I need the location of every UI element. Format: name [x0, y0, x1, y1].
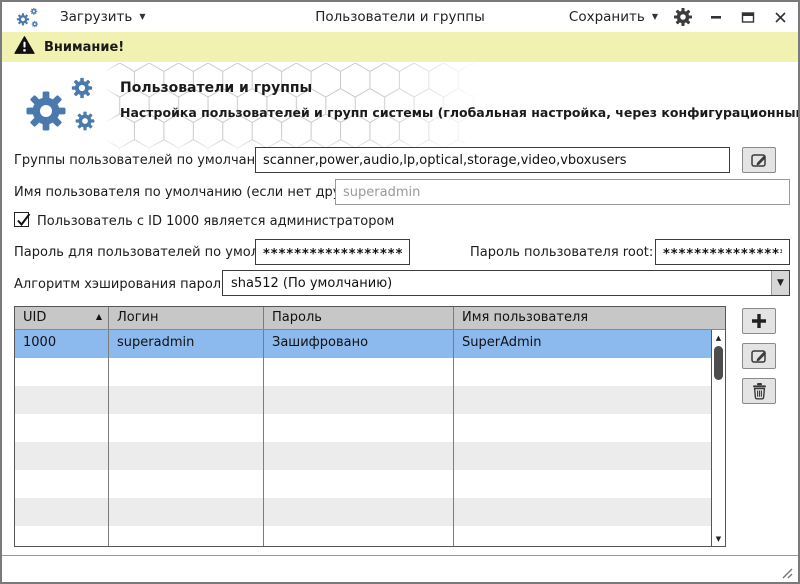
- table-rows-area: 1000 superadmin Зашифровано SuperAdmin: [15, 330, 711, 546]
- chevron-down-icon: ▼: [652, 13, 658, 21]
- save-menu-button[interactable]: Сохранить ▼: [569, 9, 658, 25]
- plus-icon: [750, 312, 768, 330]
- checkmark-icon: [16, 213, 32, 229]
- warning-banner: Внимание!: [2, 32, 798, 62]
- sort-ascending-icon: ▲: [96, 312, 102, 321]
- table-empty-row: [15, 470, 711, 498]
- add-user-button[interactable]: [742, 308, 776, 334]
- edit-pencil-icon: [750, 151, 769, 169]
- maximize-button[interactable]: [740, 9, 756, 25]
- delete-user-button[interactable]: [742, 378, 776, 404]
- scroll-down-icon[interactable]: ▼: [712, 532, 725, 545]
- scroll-up-icon[interactable]: ▲: [712, 331, 725, 344]
- column-header-password[interactable]: Пароль: [264, 307, 454, 329]
- column-header-uid[interactable]: UID ▲: [15, 307, 109, 329]
- edit-pencil-icon: [750, 347, 769, 365]
- cell-name: SuperAdmin: [454, 330, 711, 358]
- users-table: UID ▲ Логин Пароль Имя пользователя 1000…: [14, 306, 726, 547]
- save-menu-label: Сохранить: [569, 9, 645, 25]
- default-username-label: Имя пользователя по умолчанию (если нет …: [14, 185, 373, 200]
- default-password-input[interactable]: [255, 239, 410, 265]
- admin-checkbox-label: Пользователь с ID 1000 является админист…: [37, 214, 394, 229]
- chevron-down-icon: ▼: [777, 279, 784, 288]
- resize-grip[interactable]: [779, 564, 793, 578]
- root-password-input[interactable]: [655, 239, 790, 265]
- dropdown-arrow-button[interactable]: ▼: [771, 271, 789, 295]
- page-subtitle: Настройка пользователей и групп системы …: [120, 105, 800, 120]
- window-title: Пользователи и группы: [315, 9, 485, 25]
- edit-user-button[interactable]: [742, 343, 776, 369]
- load-menu-button[interactable]: Загрузить ▼: [60, 9, 146, 25]
- settings-gear-icon[interactable]: [674, 8, 692, 26]
- column-header-login[interactable]: Логин: [109, 307, 264, 329]
- edit-groups-button[interactable]: [742, 147, 776, 173]
- cell-login: superadmin: [109, 330, 264, 358]
- app-logo-icon: [14, 5, 40, 29]
- column-header-name[interactable]: Имя пользователя: [454, 307, 725, 329]
- table-row-selected[interactable]: 1000 superadmin Зашифровано SuperAdmin: [15, 330, 711, 358]
- warning-text: Внимание!: [44, 40, 124, 55]
- table-empty-row: [15, 498, 711, 526]
- table-scrollbar[interactable]: ▲ ▼: [711, 330, 725, 546]
- cell-password: Зашифровано: [264, 330, 454, 358]
- titlebar: Загрузить ▼ Пользователи и группы Сохран…: [2, 2, 798, 32]
- hash-algorithm-select[interactable]: sha512 (По умолчанию) ▼: [222, 270, 790, 296]
- table-empty-row: [15, 358, 711, 386]
- hash-algorithm-label: Алгоритм хэширования пароля:: [14, 277, 233, 292]
- page-title: Пользователи и группы: [120, 80, 312, 96]
- admin-checkbox[interactable]: [14, 212, 29, 227]
- default-groups-label: Группы пользователей по умолчанию:: [14, 153, 279, 168]
- close-button[interactable]: [772, 9, 788, 25]
- root-password-label: Пароль пользователя root:: [470, 245, 653, 260]
- trash-icon: [751, 382, 768, 400]
- cell-uid: 1000: [15, 330, 109, 358]
- app-window: Загрузить ▼ Пользователи и группы Сохран…: [0, 0, 800, 584]
- table-empty-row: [15, 526, 711, 546]
- chevron-down-icon: ▼: [139, 13, 145, 21]
- table-empty-row: [15, 386, 711, 414]
- scrollbar-thumb[interactable]: [714, 346, 723, 380]
- load-menu-label: Загрузить: [60, 9, 132, 25]
- hash-algorithm-value: sha512 (По умолчанию): [231, 276, 392, 291]
- table-header-row: UID ▲ Логин Пароль Имя пользователя: [15, 307, 725, 330]
- table-empty-row: [15, 442, 711, 470]
- default-groups-input[interactable]: [255, 147, 730, 173]
- default-username-input[interactable]: [335, 179, 790, 205]
- table-empty-row: [15, 414, 711, 442]
- statusbar-divider: [2, 555, 798, 556]
- users-groups-gears-icon: [20, 72, 102, 136]
- minimize-button[interactable]: [708, 9, 724, 25]
- warning-icon: [14, 36, 35, 59]
